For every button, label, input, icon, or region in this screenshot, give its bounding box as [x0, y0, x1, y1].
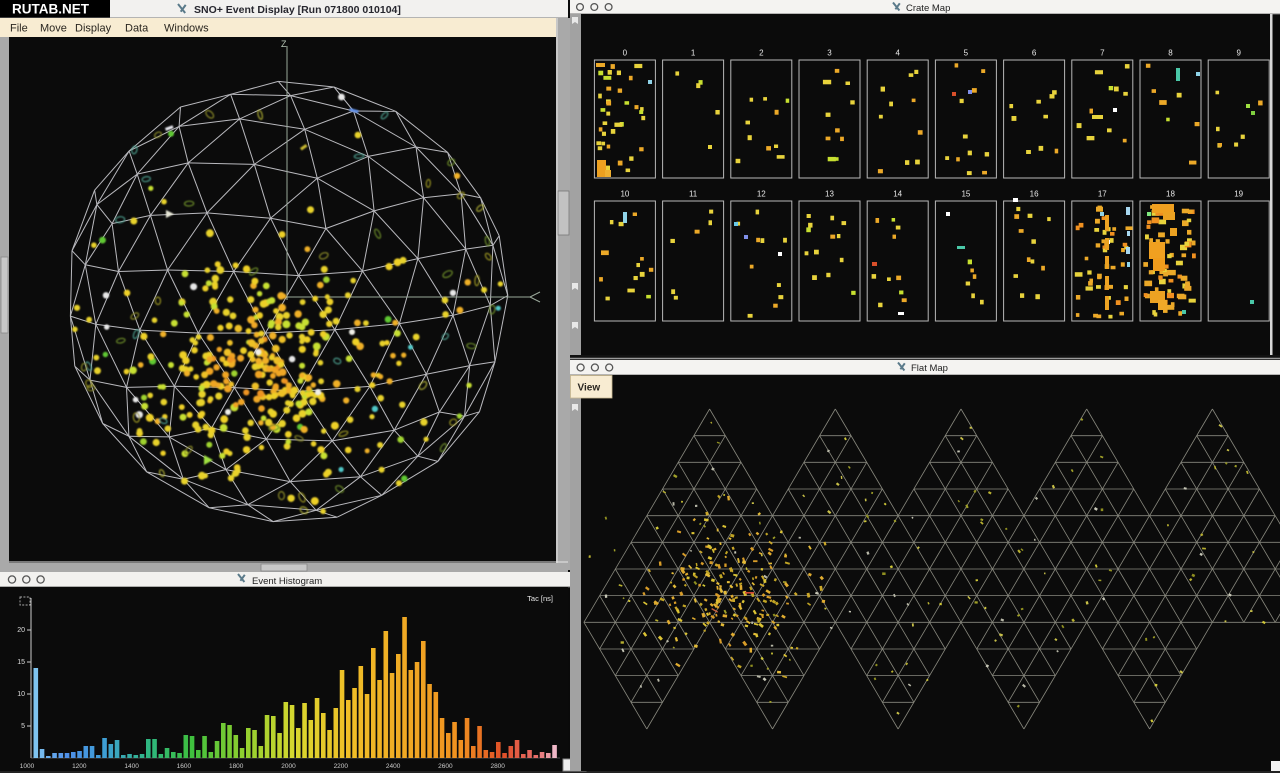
- svg-text:View: View: [578, 383, 601, 394]
- svg-text:17: 17: [1098, 190, 1107, 199]
- svg-text:10: 10: [17, 691, 25, 698]
- svg-text:2: 2: [759, 49, 764, 58]
- svg-text:Event Histogram: Event Histogram: [252, 576, 322, 587]
- svg-text:1000: 1000: [20, 763, 35, 770]
- svg-text:4: 4: [895, 49, 900, 58]
- svg-text:Flat Map: Flat Map: [911, 363, 948, 374]
- svg-text:Z: Z: [281, 39, 287, 49]
- svg-text:Display: Display: [75, 23, 112, 35]
- svg-text:0: 0: [623, 49, 628, 58]
- svg-text:2800: 2800: [490, 763, 505, 770]
- svg-text:2400: 2400: [386, 763, 401, 770]
- svg-text:1600: 1600: [177, 763, 192, 770]
- svg-text:1400: 1400: [124, 763, 139, 770]
- svg-text:File: File: [10, 23, 28, 35]
- svg-text:2200: 2200: [334, 763, 349, 770]
- svg-text:5: 5: [964, 49, 969, 58]
- svg-text:16: 16: [1030, 190, 1039, 199]
- svg-text:1800: 1800: [229, 763, 244, 770]
- svg-text:Windows: Windows: [164, 23, 209, 35]
- svg-text:2600: 2600: [438, 763, 453, 770]
- svg-text:6: 6: [1032, 49, 1037, 58]
- svg-text:Crate Map: Crate Map: [906, 3, 950, 14]
- svg-text:Data: Data: [125, 23, 149, 35]
- svg-text:19: 19: [1234, 190, 1243, 199]
- svg-text:1200: 1200: [72, 763, 87, 770]
- svg-text:1: 1: [691, 49, 696, 58]
- svg-text:Tac [ns]: Tac [ns]: [527, 594, 553, 603]
- svg-text:20: 20: [17, 627, 25, 634]
- svg-text:8: 8: [1168, 49, 1173, 58]
- svg-text:3: 3: [827, 49, 832, 58]
- svg-text:18: 18: [1166, 190, 1175, 199]
- svg-text:11: 11: [689, 190, 698, 199]
- svg-text:15: 15: [17, 659, 25, 666]
- svg-text:9: 9: [1236, 49, 1241, 58]
- svg-text:10: 10: [620, 190, 629, 199]
- svg-text:5: 5: [21, 723, 25, 730]
- svg-text:Move: Move: [40, 23, 67, 35]
- svg-text:12: 12: [757, 190, 766, 199]
- svg-text:2000: 2000: [281, 763, 296, 770]
- svg-text:15: 15: [961, 190, 970, 199]
- svg-text:RUTAB.NET: RUTAB.NET: [12, 2, 90, 17]
- svg-text:13: 13: [825, 190, 834, 199]
- svg-text:SNO+ Event Display [Run 071800: SNO+ Event Display [Run 071800 010104]: [194, 4, 401, 16]
- svg-text:14: 14: [893, 190, 902, 199]
- svg-text:7: 7: [1100, 49, 1105, 58]
